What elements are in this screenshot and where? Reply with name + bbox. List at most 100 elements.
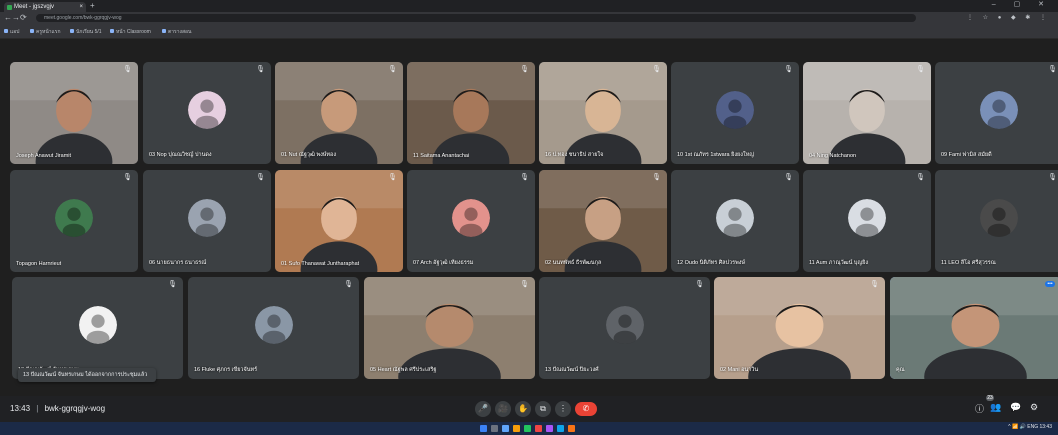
meeting-time: 13:43: [10, 404, 31, 413]
bookmark-icon: [110, 29, 114, 33]
participant-video: [364, 277, 535, 379]
participant-tile[interactable]: 🎙 11 LEO ลีโอ ศรีสุวรรณ: [935, 170, 1058, 272]
participant-tile[interactable]: 🎙 16 ป.ทอง ชนาธิป สายใจ: [539, 62, 667, 164]
activities-icon[interactable]: ⚙: [1030, 402, 1038, 413]
participant-tile[interactable]: 🎙 13 ปัณณวัฒน์ ปิยะวงศ์: [539, 277, 710, 379]
participant-tile[interactable]: 🎙 09 Fami ฟามิส สมัยดี: [935, 62, 1058, 164]
bookmark-item[interactable]: ตารางสอน: [162, 28, 191, 36]
meeting-code: bwk-ggrqgjv-wog: [44, 404, 106, 413]
microphone-button[interactable]: 🎤: [475, 401, 491, 417]
mic-muted-icon: 🎙: [123, 66, 132, 73]
participant-name: คุณ: [896, 367, 905, 373]
participant-tile[interactable]: 🎙 10 1st ณภัทร 1stwara ยิ่งยงใหญ่: [671, 62, 799, 164]
taskbar-app-icon[interactable]: [546, 425, 553, 432]
taskbar-app-icon[interactable]: [480, 425, 487, 432]
bookmark-item[interactable]: ครูหน้าแรก: [30, 28, 61, 36]
taskbar-app-icon[interactable]: [502, 425, 509, 432]
participant-tile[interactable]: 🎙 02 Mani อนาวิน: [714, 277, 885, 379]
new-tab-button[interactable]: +: [90, 1, 95, 10]
participant-name: 10 1st ณภัทร 1stwara ยิ่งยงใหญ่: [677, 152, 754, 158]
participant-name: Topagon Harnrieut: [16, 261, 62, 267]
os-taskbar: ^ 📶 🔊 ENG 13:43: [0, 422, 1058, 435]
participant-tile[interactable]: 🎙 01 Nut ณัฐวุฒิ พงษ์ทอง: [275, 62, 403, 164]
participant-name: 09 Fami ฟามิส สมัยดี: [941, 152, 992, 158]
mic-muted-icon: 🎙: [652, 66, 661, 73]
meeting-control-bar: 13:43 | bwk-ggrqgjv-wog 🎤 🎥 ✋ ⧉ ⋮ ✆ ⓘ 👥 …: [0, 395, 1058, 422]
mic-muted-icon: 🎙: [1048, 66, 1057, 73]
people-icon[interactable]: 👥: [990, 402, 1001, 413]
participant-name: 11 Aum ภาณุวัฒน์ บุญยิ่ง: [809, 260, 869, 266]
participant-video: [407, 62, 535, 164]
bookmarks-bar: แอป ครูหน้าแรก นักเรียน 5/1 หน้า Classro…: [0, 24, 1058, 39]
participant-tile[interactable]: 🎙 03 Nop ปุณณวิชญ์ ปานดง: [143, 62, 271, 164]
bookmark-icon: [4, 29, 8, 33]
mic-muted-icon: 🎙: [388, 174, 397, 181]
window-controls[interactable]: – ▢ ✕: [992, 0, 1052, 8]
participant-tile[interactable]: ••• คุณ: [890, 277, 1058, 379]
meeting-details-icon[interactable]: ⓘ: [975, 402, 984, 415]
bookmark-item[interactable]: แอป: [4, 28, 19, 36]
raise-hand-button[interactable]: ✋: [515, 401, 531, 417]
participant-avatar: [452, 199, 490, 237]
participant-avatar: [716, 199, 754, 237]
participant-name: Joseph Anawut Jiramit: [16, 153, 72, 159]
taskbar-app-icon[interactable]: [557, 425, 564, 432]
participant-name: 01 Sufo Thanawat Juntharaphat: [281, 261, 360, 267]
participant-tile[interactable]: 🎙 01 Sufo Thanawat Juntharaphat: [275, 170, 403, 272]
bookmark-item[interactable]: นักเรียน 5/1: [70, 28, 102, 36]
mic-muted-icon: 🎙: [784, 174, 793, 181]
mic-muted-icon: 🎙: [344, 281, 353, 288]
participant-tile[interactable]: 🎙 11 Saitama Anantachai: [407, 62, 535, 164]
system-tray[interactable]: ^ 📶 🔊 ENG 13:43: [1008, 424, 1052, 430]
present-screen-button[interactable]: ⧉: [535, 401, 551, 417]
chat-icon[interactable]: 💬: [1010, 402, 1021, 413]
participant-tile[interactable]: 🎙 Joseph Anawut Jiramit: [10, 62, 138, 164]
bookmark-icon: [30, 29, 34, 33]
participant-name: 03 Nop ปุณณวิชญ์ ปานดง: [149, 152, 212, 158]
participant-tile[interactable]: 🎙13 ปัณณวัฒน์ จันทรเกษม: [12, 277, 183, 379]
taskbar-app-icon[interactable]: [568, 425, 575, 432]
participant-avatar: [848, 199, 886, 237]
extensions-bar[interactable]: ⋮ ☆ ● ◆ ✱ ⋮: [967, 14, 1050, 21]
participant-tile[interactable]: 🎙 12 Oudo นิติภัทร ศิลปวรพงษ์: [671, 170, 799, 272]
participant-name: 11 Saitama Anantachai: [413, 153, 470, 159]
reload-icon[interactable]: ⟳: [20, 13, 27, 22]
participant-video: [539, 62, 667, 164]
back-icon[interactable]: ←: [4, 13, 12, 22]
participant-name: 16 ป.ทอง ชนาธิป สายใจ: [545, 152, 604, 158]
participant-video: [803, 62, 931, 164]
participant-tile[interactable]: 🎙 02 นนทพัทธ์ ธีรพัฒนกุล: [539, 170, 667, 272]
participant-name: 02 นนทพัทธ์ ธีรพัฒนกุล: [545, 260, 602, 266]
meeting-info: 13:43 | bwk-ggrqgjv-wog: [10, 404, 105, 413]
left-meeting-toast: 13 ปัณณวัฒน์ จันทรเกษม ได้ออกจากการประชุ…: [18, 368, 156, 382]
participant-tile[interactable]: 🎙 06 นายธนากร ธนาธรณ์: [143, 170, 271, 272]
bookmark-item[interactable]: หน้า Classroom: [110, 28, 151, 36]
browser-tab[interactable]: Meet - jgszvgjv ×: [4, 2, 86, 12]
participant-name: 12 Oudo นิติภัทร ศิลปวรพงษ์: [677, 260, 746, 266]
taskbar-app-icon[interactable]: [491, 425, 498, 432]
mic-muted-icon: 🎙: [520, 66, 529, 73]
participant-tile[interactable]: 🎙 16 Fluke ศุภกร เขียวจันทร์: [188, 277, 359, 379]
participant-video: [275, 170, 403, 272]
taskbar-app-icon[interactable]: [513, 425, 520, 432]
more-options-button[interactable]: ⋮: [555, 401, 571, 417]
participant-tile[interactable]: 🎙 05 Heart ณัฐพล ศรีประเสริฐ: [364, 277, 535, 379]
mic-muted-icon: 🎙: [123, 174, 132, 181]
bookmark-icon: [70, 29, 74, 33]
participant-name: 06 นายธนากร ธนาธรณ์: [149, 260, 207, 266]
participant-tile[interactable]: 🎙 07 Arch อัฐวุฒิ เที่ยงธรรม: [407, 170, 535, 272]
tab-title: Meet - jgszvgjv: [14, 4, 55, 10]
mic-muted-icon: 🎙: [916, 174, 925, 181]
participant-tile[interactable]: 🎙 04 Ning Natchanon: [803, 62, 931, 164]
url-field[interactable]: meet.google.com/bwk-ggrqgjv-wog: [36, 14, 916, 22]
forward-icon[interactable]: →: [12, 13, 20, 22]
participant-tile[interactable]: 🎙 Topagon Harnrieut: [10, 170, 138, 272]
camera-button[interactable]: 🎥: [495, 401, 511, 417]
participant-tile[interactable]: 🎙 11 Aum ภาณุวัฒน์ บุญยิ่ง: [803, 170, 931, 272]
taskbar-app-icon[interactable]: [535, 425, 542, 432]
tab-close-icon[interactable]: ×: [79, 2, 83, 12]
participant-video: [10, 62, 138, 164]
taskbar-app-icon[interactable]: [524, 425, 531, 432]
address-bar-row: ← → ⟳ meet.google.com/bwk-ggrqgjv-wog ⋮ …: [0, 12, 1058, 24]
end-call-button[interactable]: ✆: [575, 402, 597, 416]
